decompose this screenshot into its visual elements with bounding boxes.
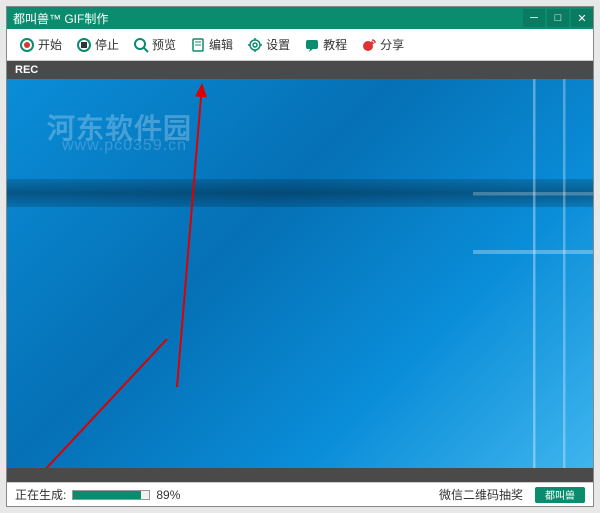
preview-bottom-frame — [7, 468, 593, 482]
stop-button[interactable]: 停止 — [70, 33, 125, 56]
edit-button[interactable]: 编辑 — [184, 33, 239, 56]
rec-label: REC — [15, 64, 38, 76]
weibo-icon — [361, 37, 377, 53]
close-button[interactable]: ✕ — [571, 9, 593, 27]
statusbar: 正在生成: 89% 微信二维码抽奖 都叫兽 — [7, 482, 593, 506]
app-window: 都叫兽™ GIF制作 ─ □ ✕ 开始 停止 预览 — [6, 6, 594, 507]
watermark-url: www.pc0359.cn — [62, 137, 187, 155]
annotation-arrow-top — [117, 79, 237, 397]
search-icon — [133, 37, 149, 53]
stop-icon — [76, 37, 92, 53]
tutorial-label: 教程 — [323, 36, 347, 53]
share-label: 分享 — [380, 36, 404, 53]
percent-text: 89% — [156, 488, 180, 502]
titlebar: 都叫兽™ GIF制作 ─ □ ✕ — [7, 7, 593, 29]
tutorial-button[interactable]: 教程 — [298, 33, 353, 56]
gear-icon — [247, 37, 263, 53]
watermark-text: 河东软件园 — [47, 107, 192, 147]
stop-label: 停止 — [95, 36, 119, 53]
progress-fill — [73, 491, 141, 499]
settings-button[interactable]: 设置 — [241, 33, 296, 56]
start-label: 开始 — [38, 36, 62, 53]
preview-button[interactable]: 预览 — [127, 33, 182, 56]
edit-label: 编辑 — [209, 36, 233, 53]
maximize-button[interactable]: □ — [547, 9, 569, 27]
settings-label: 设置 — [266, 36, 290, 53]
wechat-qr-link[interactable]: 微信二维码抽奖 — [433, 486, 529, 503]
share-button[interactable]: 分享 — [355, 33, 410, 56]
annotation-arrow-bottom — [7, 329, 177, 468]
progress-section: 正在生成: 89% — [15, 486, 180, 503]
rec-indicator-bar: REC — [7, 61, 593, 79]
minimize-button[interactable]: ─ — [523, 9, 545, 27]
edit-icon — [190, 37, 206, 53]
brand-badge[interactable]: 都叫兽 — [535, 487, 585, 503]
chat-icon — [304, 37, 320, 53]
preview-area: 河东软件园 www.pc0359.cn — [7, 79, 593, 468]
preview-label: 预览 — [152, 36, 176, 53]
toolbar: 开始 停止 预览 编辑 设置 — [7, 29, 593, 61]
progress-bar — [72, 490, 150, 500]
record-icon — [19, 37, 35, 53]
start-button[interactable]: 开始 — [13, 33, 68, 56]
window-title: 都叫兽™ GIF制作 — [13, 10, 108, 27]
generating-label: 正在生成: — [15, 486, 66, 503]
